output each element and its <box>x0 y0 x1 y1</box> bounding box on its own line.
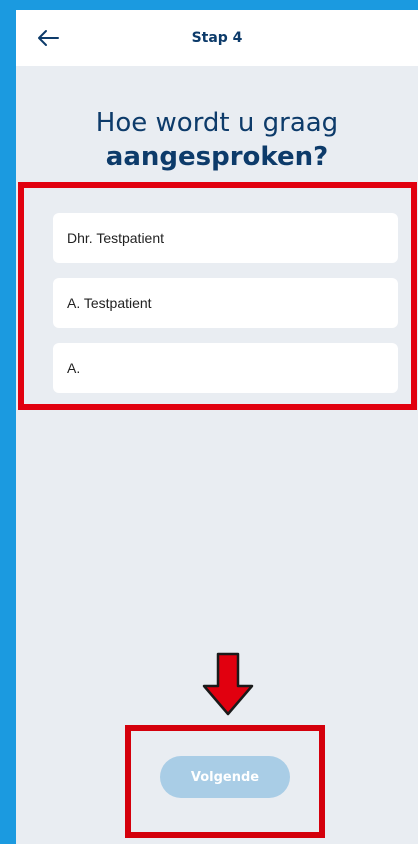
salutation-option[interactable]: Dhr. Testpatient <box>53 213 398 263</box>
salutation-option[interactable]: A. Testpatient <box>53 278 398 328</box>
question-line-1: Hoe wordt u graag <box>95 108 339 138</box>
option-label: A. Testpatient <box>67 295 152 311</box>
question-heading: Hoe wordt u graag aangesproken? <box>16 106 418 174</box>
top-bar: Stap 4 <box>16 10 418 66</box>
app-screen: Stap 4 Hoe wordt u graag aangesproken? D… <box>16 10 418 844</box>
question-line-2: aangesproken? <box>105 142 329 172</box>
option-label: A. <box>67 360 81 376</box>
step-title: Stap 4 <box>191 30 243 46</box>
arrow-down-icon <box>202 652 254 716</box>
next-button[interactable]: Volgende <box>160 756 290 798</box>
salutation-option[interactable]: A. <box>53 343 398 393</box>
option-label: Dhr. Testpatient <box>67 230 165 246</box>
